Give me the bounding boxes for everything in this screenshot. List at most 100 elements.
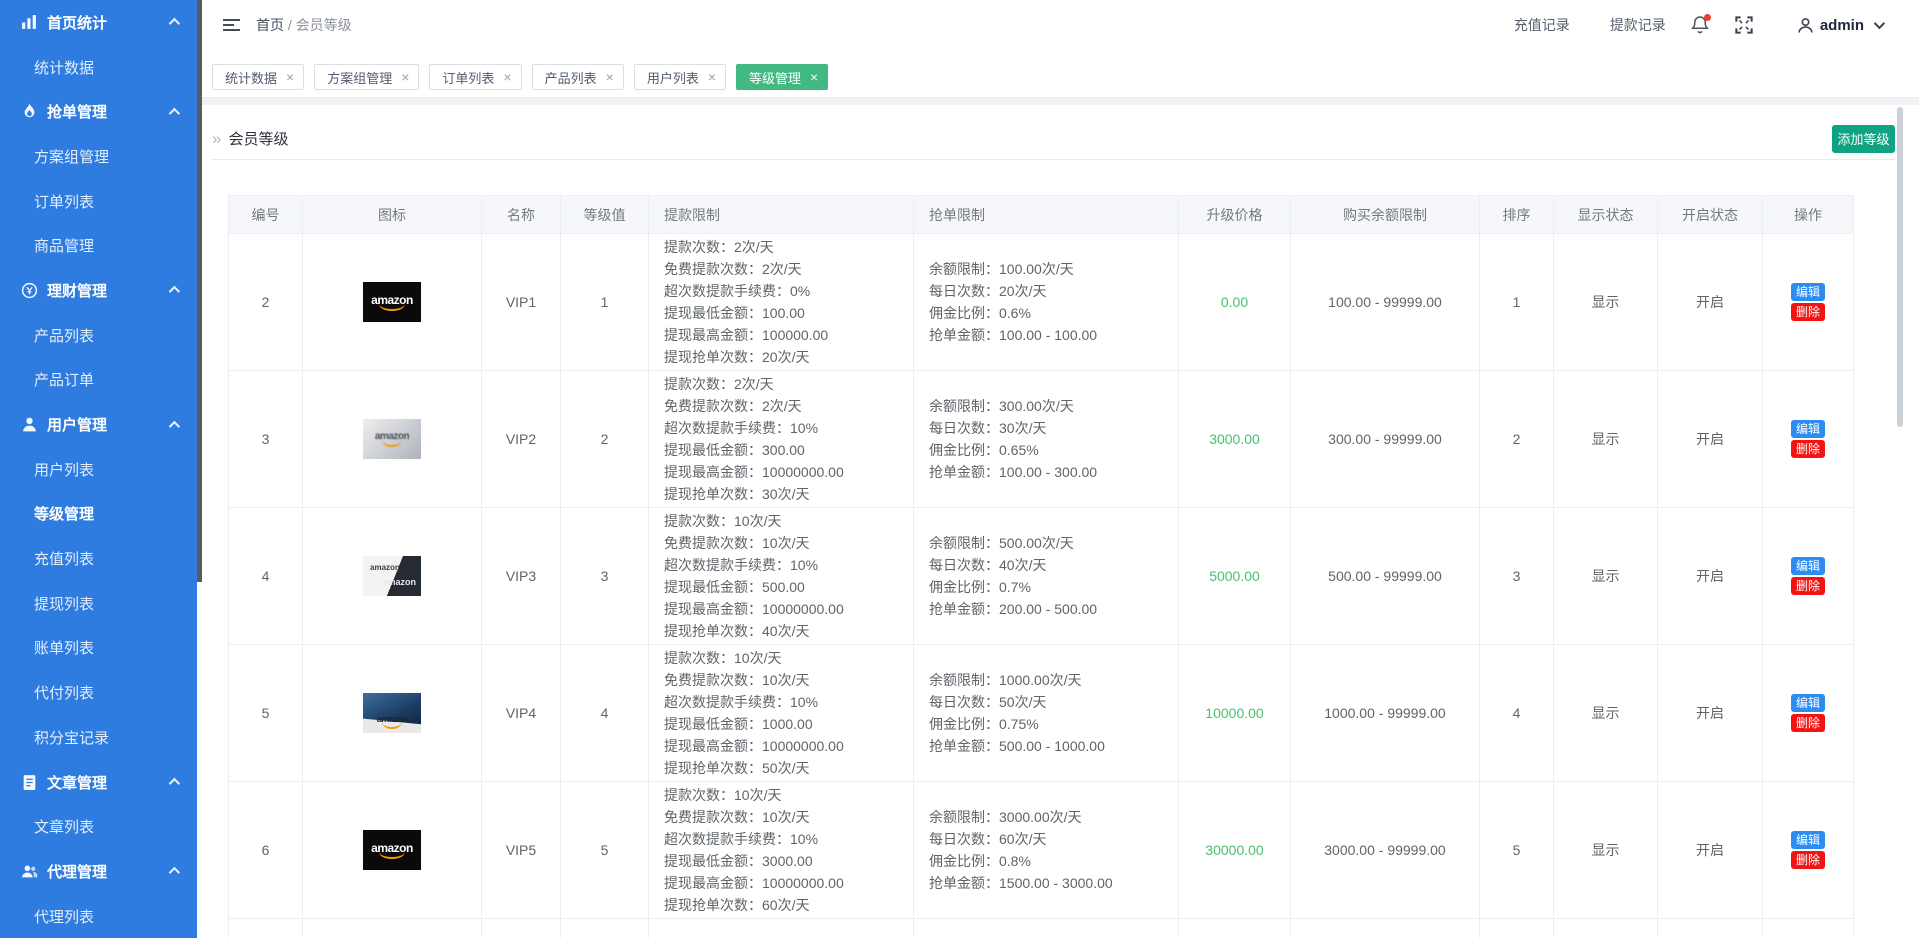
cell-display-status: 显示 — [1554, 645, 1658, 782]
edit-button[interactable]: 编辑 — [1791, 420, 1825, 438]
sidebar-item-stats-data[interactable]: 统计数据 — [0, 45, 197, 90]
sidebar-item-label: 等级管理 — [34, 503, 94, 524]
tab-level-mgmt-active[interactable]: 等级管理× — [736, 64, 828, 90]
col-withdraw-limit: 提款限制 — [649, 196, 914, 234]
sidebar-item-withdraw-list[interactable]: 提现列表 — [0, 581, 197, 626]
users-icon — [21, 863, 38, 880]
cell-withdraw-limit: 提款次数：2次/天 免费提款次数：2次/天 超次数提款手续费：0% 提现最低金额… — [649, 234, 914, 371]
close-icon[interactable]: × — [286, 70, 294, 84]
topbar: 首页 / 会员等级 充值记录 提款记录 admin — [202, 0, 1919, 50]
sidebar-scrollbar-thumb[interactable] — [197, 0, 202, 582]
tab-label: 订单列表 — [442, 68, 494, 87]
table-header-row: 编号 图标 名称 等级值 提款限制 抢单限制 升级价格 购买余额限制 排序 显示… — [229, 196, 1854, 234]
fullscreen-arrows-icon — [1735, 16, 1753, 34]
cell-icon: amazon — [303, 645, 482, 782]
sidebar-group-agents[interactable]: 代理管理 — [0, 849, 197, 894]
user-menu[interactable]: admin — [1797, 17, 1882, 34]
sidebar-item-label: 用户列表 — [34, 459, 94, 480]
cell-grab-limit: 余额限制：100.00次/天 每日次数：20次/天 佣金比例：0.6% 抢单金额… — [914, 234, 1179, 371]
cell-actions: 编辑 删除 — [1763, 371, 1854, 508]
sidebar-item-label: 商品管理 — [34, 235, 94, 256]
edit-button[interactable]: 编辑 — [1791, 283, 1825, 301]
tab-stats-data[interactable]: 统计数据× — [212, 64, 304, 90]
breadcrumb-home[interactable]: 首页 — [256, 17, 284, 33]
close-icon[interactable]: × — [401, 70, 409, 84]
close-icon[interactable]: × — [708, 70, 716, 84]
sidebar-item-order-list[interactable]: 订单列表 — [0, 179, 197, 224]
delete-button[interactable]: 删除 — [1791, 440, 1825, 458]
chevron-up-icon — [169, 778, 180, 789]
sidebar-item-label: 积分宝记录 — [34, 727, 109, 748]
cell-name: VIP3 — [482, 508, 561, 645]
cell-icon: amazon — [303, 371, 482, 508]
col-open-status: 开启状态 — [1658, 196, 1763, 234]
sidebar-item-goods-mgmt[interactable]: 商品管理 — [0, 223, 197, 268]
cell-sort: 4 — [1480, 645, 1554, 782]
amazon-logo-image: amazon — [363, 282, 421, 322]
cell-withdraw-limit: 提款次数：2次/天 免费提款次数：2次/天 超次数提款手续费：10% 提现最低金… — [649, 371, 914, 508]
edit-button[interactable]: 编辑 — [1791, 831, 1825, 849]
page-scrollbar-thumb[interactable] — [1897, 107, 1903, 427]
delete-button[interactable]: 删除 — [1791, 851, 1825, 869]
edit-button[interactable]: 编辑 — [1791, 557, 1825, 575]
sidebar-item-level-mgmt[interactable]: 等级管理 — [0, 492, 197, 537]
sidebar-item-product-orders[interactable]: 产品订单 — [0, 358, 197, 403]
amazon-logo-image: amazon — [363, 693, 421, 733]
sidebar-toggle-icon[interactable] — [223, 16, 240, 34]
sidebar-item-article-list[interactable]: 文章列表 — [0, 804, 197, 849]
cell-balance-limit: 3000.00 - 99999.00 — [1291, 782, 1480, 919]
sidebar-item-agent-list[interactable]: 代理列表 — [0, 894, 197, 938]
cell-grab-limit: 余额限制：500.00次/天 每日次数：40次/天 佣金比例：0.7% 抢单金额… — [914, 508, 1179, 645]
add-level-button[interactable]: 添加等级 — [1832, 125, 1895, 153]
cell-open-status: 开启 — [1658, 645, 1763, 782]
cell-name: VIP2 — [482, 371, 561, 508]
tab-user-list[interactable]: 用户列表× — [634, 64, 726, 90]
cell-level: 3 — [561, 508, 649, 645]
withdraw-records-link[interactable]: 提款记录 — [1610, 15, 1666, 35]
tab-product-list[interactable]: 产品列表× — [532, 64, 624, 90]
sidebar-item-payout-list[interactable]: 代付列表 — [0, 670, 197, 715]
tab-order-list[interactable]: 订单列表 × — [429, 64, 521, 90]
cell-withdraw-limit: 提款次数：10次/天 免费提款次数：10次/天 超次数提款手续费：10% 提现最… — [649, 645, 914, 782]
table-row: 4 amazonamazon VIP3 3 提款次数：10次/天 免费提款次数：… — [229, 508, 1854, 645]
sidebar-scrollbar — [197, 0, 202, 938]
cell-icon: amazon — [303, 782, 482, 919]
delete-button[interactable]: 删除 — [1791, 577, 1825, 595]
delete-button[interactable]: 删除 — [1791, 303, 1825, 321]
levels-table-wrap: 编号 图标 名称 等级值 提款限制 抢单限制 升级价格 购买余额限制 排序 显示… — [228, 195, 1895, 938]
sidebar-item-product-list[interactable]: 产品列表 — [0, 313, 197, 358]
notification-bell-icon[interactable] — [1691, 15, 1709, 35]
recharge-records-link[interactable]: 充值记录 — [1514, 15, 1570, 35]
cell-id: 5 — [229, 645, 303, 782]
amazon-smile-icon — [382, 722, 402, 729]
table-row: 2 amazon VIP1 1 提款次数：2次/天 免费提款次数：2次/天 超次… — [229, 234, 1854, 371]
bar-chart-icon — [21, 14, 38, 31]
chevron-up-icon — [169, 420, 180, 431]
sidebar-item-user-list[interactable]: 用户列表 — [0, 447, 197, 492]
edit-button[interactable]: 编辑 — [1791, 694, 1825, 712]
breadcrumb: 首页 / 会员等级 — [256, 15, 352, 35]
table-row-partial — [229, 919, 1854, 938]
col-display-status: 显示状态 — [1554, 196, 1658, 234]
sidebar-group-home-stats[interactable]: 首页统计 — [0, 0, 197, 45]
sidebar-group-users[interactable]: 用户管理 — [0, 402, 197, 447]
close-icon[interactable]: × — [810, 70, 818, 84]
document-icon — [21, 774, 38, 791]
sidebar-item-points-records[interactable]: 积分宝记录 — [0, 715, 197, 760]
delete-button[interactable]: 删除 — [1791, 714, 1825, 732]
cell-upgrade-price: 30000.00 — [1179, 782, 1291, 919]
close-icon[interactable]: × — [606, 70, 614, 84]
sidebar-item-recharge-list[interactable]: 充值列表 — [0, 536, 197, 581]
sidebar-item-plan-groups[interactable]: 方案组管理 — [0, 134, 197, 179]
sidebar-group-articles[interactable]: 文章管理 — [0, 760, 197, 805]
cell-balance-limit: 100.00 - 99999.00 — [1291, 234, 1480, 371]
sidebar-item-label: 产品订单 — [34, 369, 94, 390]
sidebar-group-finance[interactable]: 理财管理 — [0, 268, 197, 313]
close-icon[interactable]: × — [503, 70, 511, 84]
tab-plan-groups[interactable]: 方案组管理× — [314, 64, 419, 90]
table-row: 3 amazon VIP2 2 提款次数：2次/天 免费提款次数：2次/天 超次… — [229, 371, 1854, 508]
sidebar-item-bill-list[interactable]: 账单列表 — [0, 626, 197, 671]
cell-sort: 3 — [1480, 508, 1554, 645]
sidebar-group-grab-orders[interactable]: 抢单管理 — [0, 89, 197, 134]
fullscreen-icon[interactable] — [1735, 16, 1753, 34]
